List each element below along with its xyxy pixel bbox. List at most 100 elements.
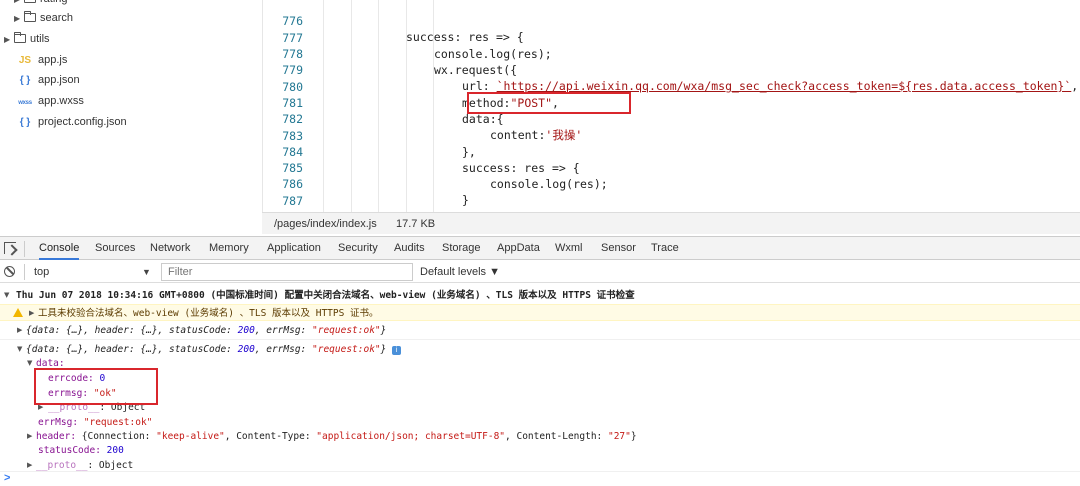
file-tree: ▶ rating ▶ search ▶ utils JS app.js { } app.j…: [0, 0, 262, 216]
folder-icon: [24, 11, 36, 22]
tree-item-label: rating: [40, 0, 68, 5]
expand-arrow-icon[interactable]: ▶: [14, 9, 24, 29]
tree-item-app-json[interactable]: { } app.json: [18, 70, 80, 90]
dropdown-arrow-icon[interactable]: ▼: [142, 261, 151, 283]
row-divider: [0, 339, 1080, 340]
warning-text: 工具未校验合法域名、web-view (业务域名) 、TLS 版本以及 HTTP…: [38, 308, 379, 319]
code-line: 778 wx.request({: [263, 30, 1080, 77]
tree-item-app-js[interactable]: JS app.js: [18, 50, 67, 70]
tree-item-project-config-json[interactable]: { } project.config.json: [18, 112, 127, 132]
tree-data[interactable]: ▼ data:: [0, 356, 1080, 371]
devtools-tab-bar: Console Sources Network Memory Applicati…: [0, 236, 1080, 260]
file-path: /pages/index/index.js: [274, 218, 377, 230]
tree-item-utils[interactable]: ▶ utils: [4, 29, 50, 49]
expand-arrow-icon[interactable]: ▶: [27, 429, 32, 444]
tab-wxml[interactable]: Wxml: [555, 237, 583, 260]
code-line: 788 }: [263, 193, 1080, 212]
tree-header[interactable]: ▶ header: {Connection: "keep-alive", Con…: [0, 429, 1080, 444]
property-value: }: [630, 431, 637, 442]
levels-dropdown[interactable]: Default levels ▼: [420, 261, 500, 283]
tree-errMsg: errMsg: "request:ok": [0, 415, 1080, 430]
property-value: , Content-Type:: [224, 431, 317, 442]
tab-sources[interactable]: Sources: [95, 237, 135, 260]
expand-arrow-icon[interactable]: ▼: [4, 288, 9, 303]
expand-arrow-icon[interactable]: ▶: [17, 323, 22, 338]
code-line: 782 content:'我操': [263, 95, 1080, 142]
tab-memory[interactable]: Memory: [209, 237, 249, 260]
code-line: 781 data:{: [263, 79, 1080, 126]
tree-item-app-wxss[interactable]: wxss app.wxss: [18, 91, 84, 111]
divider: [24, 264, 25, 280]
tree-item-label: app.wxss: [38, 95, 84, 107]
property-key: __proto__: [36, 460, 88, 471]
property-value: "application/json; charset=UTF-8": [316, 431, 506, 442]
wxss-file-icon: wxss: [18, 100, 32, 106]
code-line: 777 console.log(res);: [263, 14, 1080, 61]
json-file-icon: { }: [19, 117, 31, 128]
tab-security[interactable]: Security: [338, 237, 378, 260]
console-group-header[interactable]: ▼ Thu Jun 07 2018 10:34:16 GMT+0800 (中国标…: [0, 288, 1080, 303]
log-number: 200: [237, 344, 255, 355]
tree-item-label: search: [40, 12, 74, 24]
property-key: header:: [36, 431, 82, 442]
expand-arrow-icon[interactable]: ▶: [29, 306, 34, 321]
tab-console[interactable]: Console: [39, 237, 80, 260]
tree-proto[interactable]: ▶ __proto__: Object: [0, 400, 1080, 415]
folder-icon: [24, 0, 36, 3]
code-editor[interactable]: 776 success: res => { 777 console.log(re…: [262, 0, 1080, 212]
console-warning-row: ▶ 工具未校验合法域名、web-view (业务域名) 、TLS 版本以及 HT…: [0, 304, 1080, 321]
log-text: , errMsg:: [254, 325, 312, 336]
tab-storage[interactable]: Storage: [442, 237, 481, 260]
tab-trace[interactable]: Trace: [651, 237, 679, 260]
property-value: {Connection:: [81, 431, 157, 442]
highlight-box: [34, 368, 158, 405]
log-text: }: [380, 325, 387, 336]
context-selector[interactable]: top: [34, 261, 49, 283]
divider: [24, 241, 25, 257]
clear-console-icon[interactable]: [4, 266, 15, 277]
tab-audits[interactable]: Audits: [394, 237, 425, 260]
tab-sensor[interactable]: Sensor: [601, 237, 636, 260]
inspect-element-icon[interactable]: [4, 242, 16, 254]
code-line: 783 },: [263, 112, 1080, 159]
tab-network[interactable]: Network: [150, 237, 190, 260]
filter-input[interactable]: [161, 263, 413, 281]
code-line: 776 success: res => {: [263, 0, 1080, 44]
tree-item-label: utils: [30, 33, 50, 45]
property-key: errMsg:: [38, 417, 84, 428]
code-line: 787 }): [263, 177, 1080, 212]
row-divider: [0, 471, 1080, 472]
editor-status-bar: /pages/index/index.js 17.7 KB: [262, 212, 1080, 234]
property-key: statusCode:: [38, 445, 107, 456]
tab-application[interactable]: Application: [267, 237, 321, 260]
console-log-collapsed[interactable]: ▶ {data: {…}, header: {…}, statusCode: 2…: [0, 323, 1080, 338]
file-size: 17.7 KB: [396, 218, 436, 230]
log-number: 200: [237, 325, 255, 336]
property: errMsg: "request:ok": [38, 415, 152, 430]
log-text: {data: {…}, header: {…}, statusCode:: [26, 344, 238, 355]
log-object: {data: {…}, header: {…}, statusCode: 200…: [26, 323, 386, 338]
property-value: , Content-Length:: [505, 431, 608, 442]
console-prompt[interactable]: >: [4, 472, 10, 484]
property-value: "27": [607, 431, 631, 442]
expand-arrow-icon[interactable]: ▼: [27, 356, 32, 371]
js-file-icon: JS: [18, 55, 32, 66]
tree-item-label: app.json: [38, 74, 80, 86]
tree-item-label: project.config.json: [38, 116, 127, 128]
tab-appdata[interactable]: AppData: [497, 237, 540, 260]
tree-statusCode: statusCode: 200: [0, 443, 1080, 458]
expand-arrow-icon[interactable]: ▶: [4, 30, 14, 50]
log-string: "request:ok": [312, 344, 381, 355]
info-icon[interactable]: i: [392, 346, 402, 355]
expand-arrow-icon[interactable]: ▼: [17, 342, 22, 357]
tree-errcode: errcode: 0: [0, 371, 1080, 386]
property-value: : Object: [87, 460, 134, 471]
json-file-icon: { }: [19, 75, 31, 86]
tree-item-search[interactable]: ▶ search: [14, 8, 73, 28]
code-line: 779 url: `https://api.weixin.qq.com/wxa/…: [263, 46, 1080, 93]
log-text: {data: {…}, header: {…}, statusCode:: [26, 325, 238, 336]
code-line: 785 console.log(res);: [263, 144, 1080, 191]
console-log-expanded[interactable]: ▼ {data: {…}, header: {…}, statusCode: 2…: [0, 342, 1080, 357]
property: header: {Connection: "keep-alive", Conte…: [36, 429, 637, 444]
log-text: , errMsg:: [254, 344, 312, 355]
